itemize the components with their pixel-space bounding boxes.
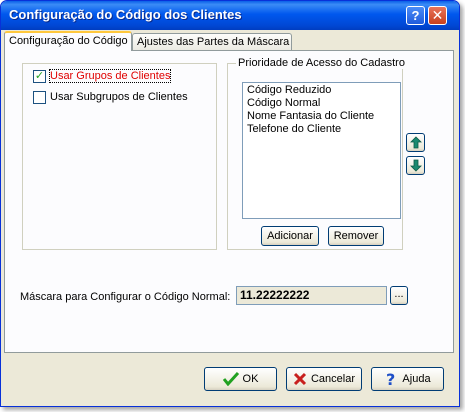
help-icon: ? <box>411 8 420 23</box>
move-down-button[interactable] <box>406 156 425 175</box>
mask-browse-button[interactable]: ... <box>390 286 408 305</box>
question-icon: ? <box>386 371 395 387</box>
help-label: Ajuda <box>402 373 431 385</box>
list-item[interactable]: Código Normal <box>247 97 396 110</box>
priority-listbox[interactable]: Código Reduzido Código Normal Nome Fanta… <box>242 82 401 219</box>
ok-label: OK <box>242 373 259 385</box>
window-title: Configuração do Código dos Clientes <box>9 7 242 22</box>
tab-ajustes-mascara[interactable]: Ajustes das Partes da Máscara <box>132 33 292 50</box>
check-icon <box>222 372 239 387</box>
svg-text:?: ? <box>386 371 395 387</box>
list-item[interactable]: Código Reduzido <box>247 84 396 97</box>
arrow-down-icon <box>410 159 422 172</box>
close-icon: ✕ <box>431 7 444 23</box>
cancel-label: Cancelar <box>310 373 356 385</box>
list-item[interactable]: Telefone do Cliente <box>247 123 396 136</box>
tab-configuracao-codigo[interactable]: Configuração do Código <box>4 31 132 51</box>
close-button[interactable]: ✕ <box>428 6 447 25</box>
ok-button[interactable]: OK <box>204 367 277 391</box>
usar-grupos-label: Usar Grupos de Clientes <box>48 69 172 83</box>
usar-subgrupos-label: Usar Subgrupos de Clientes <box>50 91 188 103</box>
tab-label: Configuração do Código <box>9 35 128 47</box>
mask-field[interactable]: 11.22222222 <box>236 286 387 305</box>
title-bar[interactable]: Configuração do Código dos Clientes ? ✕ <box>1 1 459 30</box>
browse-label: ... <box>394 288 404 300</box>
move-up-button[interactable] <box>406 133 425 152</box>
help-title-button[interactable]: ? <box>406 6 425 25</box>
cancel-button[interactable]: Cancelar <box>286 367 362 391</box>
x-icon <box>293 373 307 386</box>
list-item[interactable]: Nome Fantasia do Cliente <box>247 110 396 123</box>
remover-label: Remover <box>333 230 379 242</box>
remover-button[interactable]: Remover <box>328 226 384 246</box>
adicionar-button[interactable]: Adicionar <box>261 226 319 246</box>
arrow-up-icon <box>410 136 422 149</box>
checkbox-checked-icon[interactable]: ✓ <box>33 70 46 83</box>
help-button[interactable]: ? Ajuda <box>371 367 444 391</box>
tab-label: Ajustes das Partes da Máscara <box>137 36 290 48</box>
checkbox-unchecked-icon[interactable] <box>33 91 46 104</box>
priority-group-title: Prioridade de Acesso do Cadastro <box>236 57 407 69</box>
adicionar-label: Adicionar <box>267 230 313 242</box>
mask-label: Máscara para Configurar o Código Normal: <box>20 291 231 303</box>
